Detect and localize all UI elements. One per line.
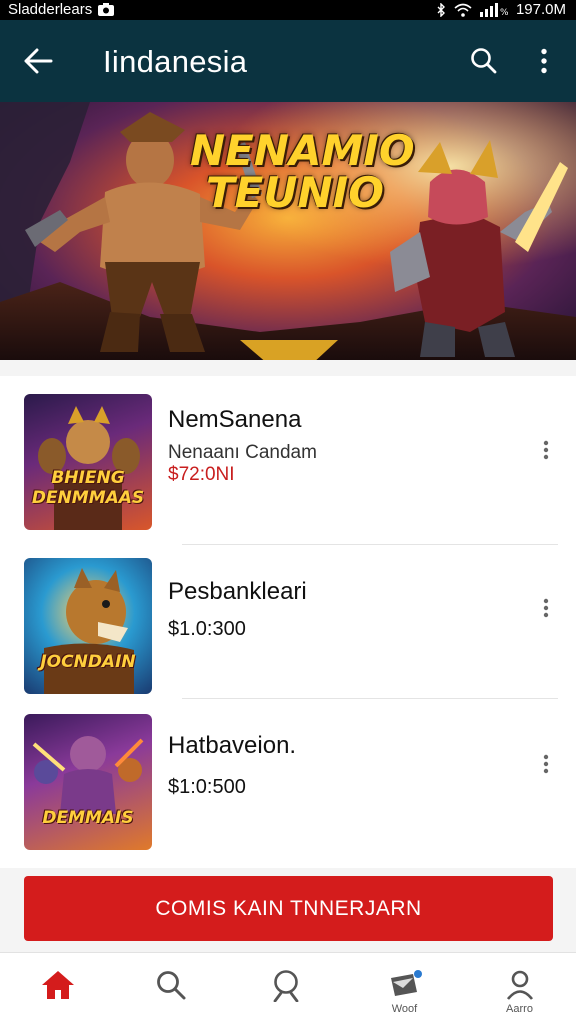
item-thumbnail: JOCNDAIN (24, 558, 152, 694)
status-left: Sladderlears (8, 1, 115, 18)
item-price: $1.0:300 (168, 618, 246, 640)
thumbnail-label: JOCNDAIN (40, 652, 136, 672)
signal-icon: % (479, 2, 508, 17)
search-icon (271, 967, 305, 1003)
nav-label: Aarro (506, 1003, 533, 1015)
back-button[interactable] (16, 41, 60, 81)
status-carrier-text: Sladderlears (8, 1, 93, 18)
game-list: BHIENG DENMMAAS NemSanena Nenaanı Candam… (0, 376, 576, 868)
item-name: NemSanena (168, 406, 302, 433)
wifi-icon (454, 3, 472, 17)
thumbnail-art (44, 568, 134, 694)
home-icon (40, 967, 76, 1003)
overflow-menu-button[interactable] (524, 41, 564, 81)
status-bar: Sladderlears % 197.0M (0, 0, 576, 20)
nav-item-discover[interactable] (230, 953, 345, 1024)
page-title: Iindanesia (103, 44, 248, 79)
thumbnail-art (32, 736, 144, 814)
status-right: % 197.0M (436, 1, 566, 18)
arrow-left-icon (24, 48, 53, 74)
search-button[interactable] (462, 41, 506, 81)
camera-notification-icon (98, 3, 115, 16)
item-name: Pesbankleari (168, 578, 307, 605)
svg-text:%: % (500, 8, 508, 17)
thumbnail-art (38, 406, 140, 530)
item-more-button[interactable] (532, 436, 560, 464)
nav-item-inbox[interactable]: Woof (347, 953, 462, 1024)
inbox-icon (387, 967, 423, 1003)
banner-title-line-1: NENAMIO (190, 126, 415, 175)
banner-title-line-2: TEUNIO (206, 168, 384, 217)
list-divider (182, 544, 558, 545)
item-price: $72:0NI (168, 464, 235, 485)
nav-item-home[interactable] (0, 953, 115, 1024)
item-thumbnail: DEMMAIS (24, 714, 152, 850)
app-screen: Sladderlears % 197.0M Iindanesia NENAMIO… (0, 0, 576, 1024)
nav-item-search[interactable] (113, 953, 228, 1024)
item-name: Hatbaveion. (168, 732, 297, 759)
item-more-button[interactable] (532, 750, 560, 778)
list-divider (182, 698, 558, 699)
featured-banner[interactable]: NENAMIO TEUNIO (0, 102, 576, 360)
item-more-button[interactable] (532, 594, 560, 622)
search-icon (471, 48, 497, 74)
primary-action-button[interactable]: COMIS KAIN TNNERJARN (24, 876, 553, 941)
bluetooth-icon (436, 2, 446, 17)
nav-item-profile[interactable]: Aarro (462, 953, 576, 1024)
profile-icon (506, 967, 534, 1003)
more-vertical-icon (543, 440, 549, 460)
status-memory-text: 197.0M (515, 1, 566, 18)
banner-title: NENAMIO TEUNIO (190, 126, 415, 217)
more-vertical-icon (543, 598, 549, 618)
list-item[interactable]: BHIENG DENMMAAS NemSanena Nenaanı Candam… (0, 376, 576, 532)
more-vertical-icon (543, 754, 549, 774)
list-item[interactable]: DEMMAIS Hatbaveion. $1:0:500 (0, 700, 576, 856)
item-subtitle: Nenaanı Candam (168, 442, 317, 463)
item-price: $1:0:500 (168, 776, 246, 798)
nav-label: Woof (391, 1003, 418, 1015)
app-bar: Iindanesia (0, 20, 576, 102)
list-item[interactable]: JOCNDAIN Pesbankleari $1.0:300 (0, 546, 576, 702)
search-icon (155, 967, 187, 1003)
thumbnail-label: BHIENG DENMMAAS (31, 468, 145, 508)
bottom-navigation: Woof Aarro (0, 952, 576, 1024)
item-thumbnail: BHIENG DENMMAAS (24, 394, 152, 530)
thumbnail-label: DEMMAIS (42, 808, 134, 828)
more-vertical-icon (541, 48, 547, 74)
